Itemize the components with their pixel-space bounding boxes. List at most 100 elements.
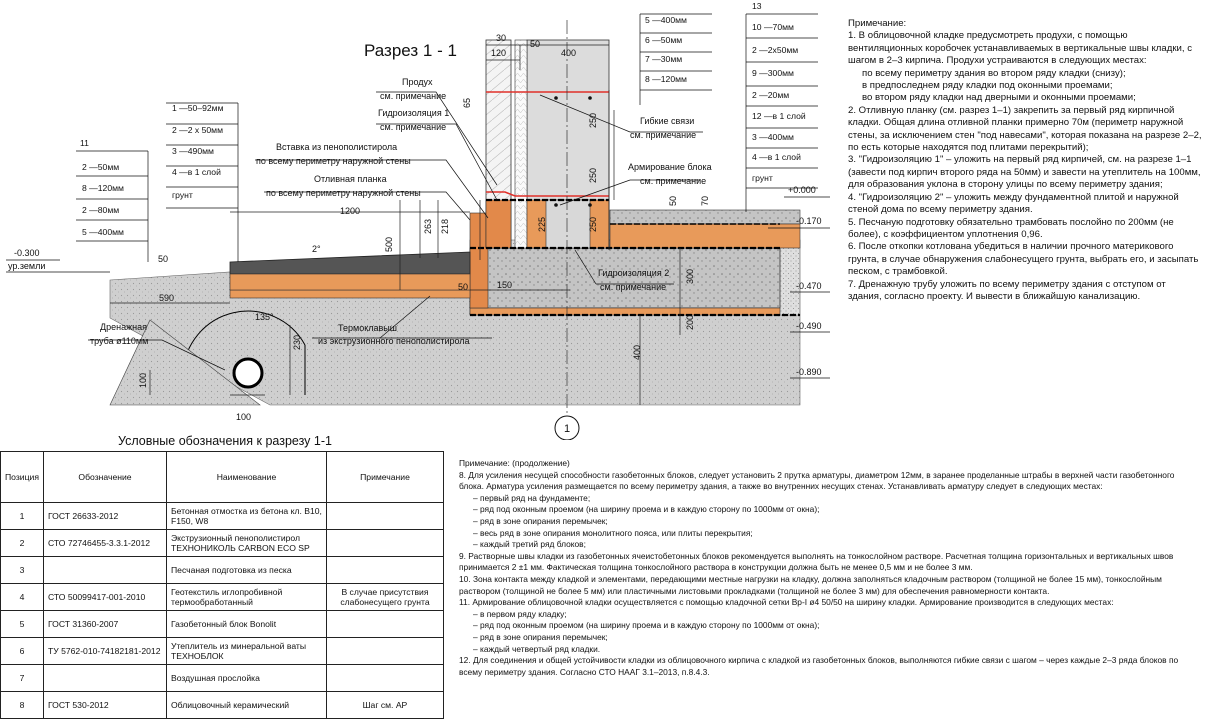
elev-zero: +0.000 [788,185,816,195]
dim-50c: 50 [158,254,168,264]
callout-drain: Дренажная [100,322,147,332]
elev-170: -0.170 [796,216,822,226]
legend-name: Утеплитель из минеральной ваты ТЕХНОБЛОК [165,637,327,665]
rebar-dot [554,96,558,100]
note-3: 3. "Гидроизоляцию 1" – уложить на первый… [848,154,1201,191]
callout-rebar: Армирование блока [628,162,712,172]
legend-code [42,664,167,692]
layer-right-4: 2 —20мм [752,90,789,100]
note-8: 8. Для усиления несущей способности газо… [459,469,1175,492]
legend-pos: 7 [0,664,44,692]
note-1b: в предпоследнем ряду кладки под оконными… [862,80,1113,92]
legend-code: ГОСТ 31360-2007 [42,610,167,638]
legend-note [325,529,444,557]
elev-470: -0.470 [796,281,822,291]
legend-note: Шаг см. АР [325,691,444,719]
layer-left-top-4: 4 —в 1 слой [172,167,221,177]
blind-area [229,251,471,275]
elev-ground-label: ур.земли [8,261,45,271]
legend-note [325,637,444,665]
table-row: 2 СТО 72746455-3.3.1-2012 Экструзионный пе… [0,529,444,557]
callout-thermal-sub: из экструзионного пенополистирола [318,336,470,346]
eps-thermal-wing [229,289,471,299]
dim-200: 200 [685,315,695,330]
note-8a: – первый ряд на фундаменте; [473,492,591,503]
eps-side-vertical [469,212,489,309]
plinth-core [545,199,591,249]
dim-50d: 50 [458,282,468,292]
dim-120: 120 [491,48,506,58]
note-11d: – каждый четвертый ряд кладки. [473,643,601,654]
section-title: Разрез 1 - 1 [364,41,457,60]
elev-ground: -0.300 [14,248,40,258]
legend-title: Условные обозначения к разрезу 1-1 [118,434,332,448]
legend-code [42,556,167,584]
layer-right-3: 9 —300мм [752,68,794,78]
foundation-slab [469,247,781,309]
note-9: 9. Растворные швы кладки из газобетонных… [459,550,1174,573]
note-12: 12. Для соединения и общей устойчивости … [459,655,1179,677]
note-8b: – ряд под оконным проемом (на ширину про… [473,504,820,515]
note-8e: – каждый третий ряд блоков; [473,539,586,550]
callout-ties-sub: см. примечание [630,130,696,140]
note-1a: по всему периметру здания во втором ряду… [862,67,1126,79]
legend-pos: 6 [0,637,44,665]
blind-area-eps [229,273,471,291]
callout-insert: Вставка из пенополистирола [276,142,397,152]
note-11: 11. Армирование облицовочной кладки осущ… [459,597,1114,608]
callout-planka: Отливная планка [314,174,387,184]
callout-thermal: Термоклавыш [338,323,397,333]
floor-finish [609,209,801,225]
drain-pipe [232,357,264,389]
callout-produh: Продух [402,77,433,87]
table-row: 4 СТО 50099417-001-2010 Геотекстиль иглопр… [0,583,444,611]
note-1c: во втором ряду кладки над дверными и око… [862,92,1136,104]
legend-code: ГОСТ 530-2012 [42,691,167,719]
legend-note [325,664,444,692]
legend-name: Бетонная отмостка из бетона кл. В10, F15… [165,502,327,530]
legend-code: СТО 72746455-3.3.1-2012 [42,529,167,557]
dim-400a: 400 [561,48,576,58]
dim-135: 135° [255,312,274,322]
legend-note [325,556,444,584]
legend-code: ТУ 5762-010-74182181-2012 [42,637,167,665]
table-row: 6 ТУ 5762-010-74182181-2012 Утеплитель из … [0,637,444,665]
dim-100b: 100 [236,412,251,422]
dim-590: 590 [159,293,174,303]
layer-top-2: 6 —50мм [645,35,682,45]
legend-pos: 3 [0,556,44,584]
note-7: 7. Дренажную трубу уложить по всему пери… [848,278,1166,302]
note-8d: – весь ряд в зоне опирания монолитного п… [473,527,753,538]
table-row: 7 Воздушная прослойка [0,664,444,692]
dim-100a: 100 [138,373,148,388]
layer-left-top-2: 2 —2 х 50мм [172,125,223,135]
layer-top-3: 7 —30мм [645,54,682,64]
legend-pos: 1 [0,502,44,530]
callout-hydro2: Гидроизоляция 2 [598,268,669,278]
rebar-dot [554,203,558,207]
rebar-dot [588,203,592,207]
layer-right-5: 12 —в 1 слой [752,111,806,121]
layer-left-top-1: 1 —50–92мм [172,103,224,113]
table-row: 5 ГОСТ 31360-2007 Газобетонный блок Bonoli… [0,610,444,638]
layer-left-bottom-4: 5 —400мм [82,227,124,237]
layer-right-8: грунт [752,173,773,183]
legend-name: Экструзионный пенополистирол ТЕХНОНИКОЛЬ… [165,529,327,557]
layer-left-bottom-1: 2 —50мм [82,162,119,172]
legend-code: СТО 50099417-001-2010 [42,583,167,611]
callout-produh-sub: см. примечание [380,91,446,101]
dim-65: 65 [462,98,472,108]
notes-bottom: Примечание: (продолжение) 8. Для усилени… [459,458,1201,678]
notes-right: Примечание: 1. В облицовочной кладке пре… [848,18,1202,303]
layer-right-7: 4 —в 1 слой [752,152,801,162]
layer-right-num: 13 [752,1,762,11]
plinth-block [485,199,512,249]
legend-pos: 5 [0,610,44,638]
note-10: 10. Зона контакта между кладкой и элемен… [459,573,1162,596]
callout-ties: Гибкие связи [640,116,694,126]
legend-note [325,610,444,638]
dim-250c: 250 [588,217,598,232]
legend-name: Геотекстиль иглопробивной термообработан… [165,583,327,611]
legend-name: Газобетонный блок Bonolit [165,610,327,638]
legend-code: ГОСТ 26633-2012 [42,502,167,530]
